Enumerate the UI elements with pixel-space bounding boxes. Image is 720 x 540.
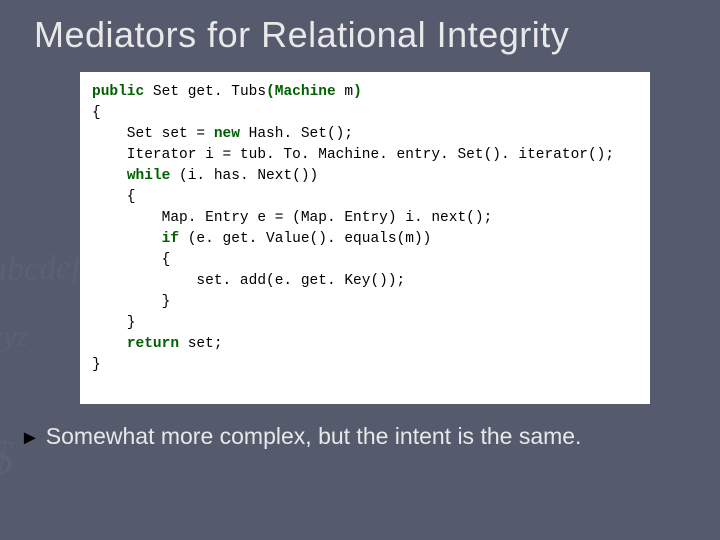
function-name: get. Tubs bbox=[188, 84, 266, 100]
code-line: { bbox=[92, 252, 170, 268]
code-line: Hash. Set(); bbox=[240, 126, 353, 142]
type-set: Set bbox=[153, 84, 179, 100]
code-line: Set set = bbox=[92, 126, 214, 142]
code-line: Iterator i = tub. To. Machine. entry. Se… bbox=[92, 147, 614, 163]
param-name: m bbox=[336, 84, 353, 100]
code-line: Map. Entry e = (Map. Entry) i. next(); bbox=[92, 210, 492, 226]
keyword-public: public bbox=[92, 84, 144, 100]
bullet-item: ► Somewhat more complex, but the intent … bbox=[20, 422, 700, 452]
bullet-text: Somewhat more complex, but the intent is… bbox=[46, 422, 582, 451]
code-line: set. add(e. get. Key()); bbox=[92, 273, 405, 289]
slide-title: Mediators for Relational Integrity bbox=[0, 0, 720, 56]
bullet-arrow-icon: ► bbox=[20, 422, 40, 452]
brace: } bbox=[92, 357, 101, 373]
keyword-new: new bbox=[214, 126, 240, 142]
keyword-if: if bbox=[162, 231, 179, 247]
slide: abcdefg xyz $ Mediators for Relational I… bbox=[0, 0, 720, 540]
param-type: Machine bbox=[275, 84, 336, 100]
code-line: } bbox=[92, 294, 170, 310]
code-line: } bbox=[92, 315, 136, 331]
keyword-while: while bbox=[127, 168, 171, 184]
bg-decoration: $ bbox=[0, 430, 14, 485]
code-block: public Set get. Tubs(Machine m) { Set se… bbox=[80, 72, 650, 404]
keyword-return: return bbox=[127, 336, 179, 352]
paren-open: ( bbox=[266, 84, 275, 100]
bg-decoration: xyz bbox=[0, 320, 28, 354]
code-line: set; bbox=[179, 336, 223, 352]
code-line: (i. has. Next()) bbox=[170, 168, 318, 184]
code-line: (e. get. Value(). equals(m)) bbox=[179, 231, 431, 247]
brace: { bbox=[92, 105, 101, 121]
code-line: { bbox=[92, 189, 136, 205]
paren-close: ) bbox=[353, 84, 362, 100]
